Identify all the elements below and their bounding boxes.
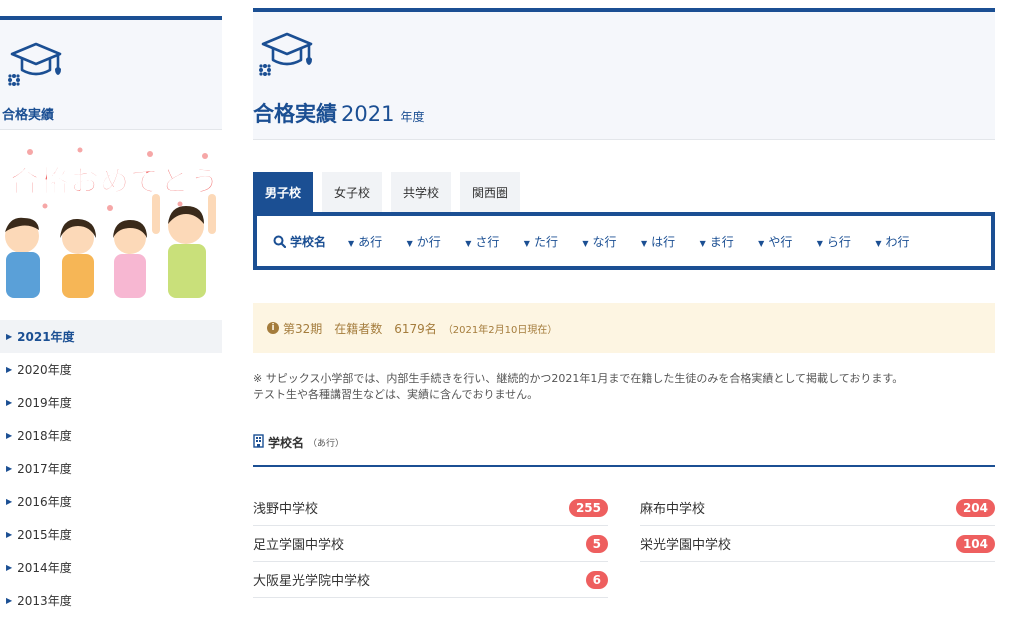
kana-item-a[interactable]: ▼ あ行 [348, 233, 407, 250]
graduation-cap-icon [4, 38, 64, 92]
tab-coed[interactable]: 共学校 [391, 172, 451, 212]
year-list: ▶ 2021年度 ▶ 2020年度 ▶ 2019年度 ▶ 2018年度 ▶ 2017年度 … [0, 320, 222, 617]
kana-navigation: 学校名 ▼ あ行 ▼ か行 ▼ さ行 ▼ た行 ▼ な行 ▼ は行 ▼ ま行 ▼ や行 ▼ ら行 … [253, 212, 995, 270]
caret-right-icon: ▶ [6, 398, 13, 407]
caret-down-icon: ▼ [582, 238, 589, 248]
school-name: 麻布中学校 [640, 502, 706, 517]
banner-text: 合格おめでとう [9, 164, 221, 199]
caret-down-icon: ▼ [640, 238, 648, 248]
caret-right-icon: ▶ [6, 563, 13, 572]
sidebar-title: 合格実績 [2, 108, 55, 123]
count-badge: 104 [955, 534, 995, 553]
year-item-2019[interactable]: ▶ 2019年度 [0, 386, 222, 419]
kana-item-ra[interactable]: ▼ ら行 [817, 233, 876, 250]
count-badge: 5 [585, 534, 608, 553]
school-row[interactable]: 栄光学園中学校 104 [640, 526, 995, 562]
section-title: 学校名 [268, 436, 305, 450]
kana-nav-label: 学校名 [273, 233, 326, 250]
tab-girls[interactable]: 女子校 [322, 172, 382, 212]
school-type-tabs: 男子校 女子校 共学校 関西圏 [253, 172, 529, 212]
caret-down-icon: ▼ [465, 238, 472, 248]
disclaimer-note: ※ サピックス小学部では、内部生手続きを行い、継続的かつ2021年1月まで在籍し… [253, 372, 904, 401]
caret-down-icon: ▼ [758, 238, 765, 248]
tab-boys[interactable]: 男子校 [253, 172, 313, 212]
school-name: 大阪星光学院中学校 [253, 574, 371, 589]
congratulations-banner: 合格おめでとう [0, 146, 222, 298]
count-badge: 204 [955, 498, 995, 517]
caret-right-icon: ▶ [6, 530, 13, 539]
year-item-2020[interactable]: ▶ 2020年度 [0, 353, 222, 386]
sidebar-header: 合格実績 [0, 16, 222, 130]
caret-down-icon: ▼ [348, 238, 355, 248]
school-row[interactable]: 浅野中学校 255 [253, 490, 608, 526]
page-header: 合格実績 2021 年度 [253, 8, 995, 140]
caret-right-icon: ▶ [6, 332, 13, 341]
kana-item-wa[interactable]: ▼ わ行 [875, 233, 934, 250]
kana-item-ha[interactable]: ▼ は行 [641, 233, 700, 250]
year-item-2013[interactable]: ▶ 2013年度 [0, 584, 222, 617]
caret-down-icon: ▼ [816, 238, 823, 248]
page-title: 合格実績 2021 年度 [253, 102, 425, 126]
page-title-suffix: 年度 [400, 110, 425, 124]
school-row[interactable]: 麻布中学校 204 [640, 490, 995, 526]
info-icon: i [267, 322, 279, 334]
graduation-cap-icon [255, 28, 315, 82]
main-content: 合格実績 2021 年度 男子校 女子校 共学校 関西圏 学校名 ▼ あ行 ▼ か行 ▼… [253, 0, 995, 624]
kana-item-ya[interactable]: ▼ や行 [758, 233, 817, 250]
building-icon [253, 434, 264, 448]
kana-item-ma[interactable]: ▼ ま行 [700, 233, 759, 250]
count-badge: 255 [568, 498, 608, 517]
kana-item-sa[interactable]: ▼ さ行 [465, 233, 524, 250]
caret-down-icon: ▼ [875, 238, 882, 248]
search-icon [273, 235, 286, 248]
notice-date: （2021年2月10日現在） [442, 324, 558, 336]
school-column-right: 麻布中学校 204 栄光学園中学校 104 [640, 490, 995, 598]
school-name: 栄光学園中学校 [640, 538, 732, 553]
caret-right-icon: ▶ [6, 365, 13, 374]
year-item-2017[interactable]: ▶ 2017年度 [0, 452, 222, 485]
caret-right-icon: ▶ [6, 596, 13, 605]
sidebar: 合格実績 合格おめでとう ▶ 2021年度 ▶ 2020年度 ▶ 2019年度 … [0, 0, 222, 624]
school-row[interactable]: 足立学園中学校 5 [253, 526, 608, 562]
section-heading: 学校名 （あ行） [253, 434, 995, 467]
year-item-2021[interactable]: ▶ 2021年度 [0, 320, 222, 353]
tab-kansai[interactable]: 関西圏 [460, 172, 520, 212]
caret-right-icon: ▶ [6, 431, 13, 440]
count-badge: 6 [585, 570, 608, 589]
school-name: 浅野中学校 [253, 502, 319, 517]
year-item-2015[interactable]: ▶ 2015年度 [0, 518, 222, 551]
kana-item-ka[interactable]: ▼ か行 [407, 233, 466, 250]
school-row[interactable]: 大阪星光学院中学校 6 [253, 562, 608, 598]
caret-down-icon: ▼ [406, 238, 413, 248]
school-name: 足立学園中学校 [253, 538, 345, 553]
page-title-year: 2021 [341, 102, 395, 126]
caret-down-icon: ▼ [699, 238, 706, 248]
caret-right-icon: ▶ [6, 464, 13, 473]
year-item-2016[interactable]: ▶ 2016年度 [0, 485, 222, 518]
year-item-2014[interactable]: ▶ 2014年度 [0, 551, 222, 584]
year-item-2018[interactable]: ▶ 2018年度 [0, 419, 222, 452]
kana-item-ta[interactable]: ▼ た行 [524, 233, 583, 250]
section-subtitle: （あ行） [308, 439, 345, 449]
notice-main: 第32期 在籍者数 6179名 [283, 321, 437, 336]
kana-item-na[interactable]: ▼ な行 [582, 233, 641, 250]
school-column-left: 浅野中学校 255 足立学園中学校 5 大阪星光学院中学校 6 [253, 490, 608, 598]
enrollment-notice: i 第32期 在籍者数 6179名 （2021年2月10日現在） [253, 303, 995, 353]
caret-down-icon: ▼ [523, 238, 530, 248]
school-list: 浅野中学校 255 足立学園中学校 5 大阪星光学院中学校 6 麻布中学校 20… [253, 490, 995, 598]
caret-right-icon: ▶ [6, 497, 13, 506]
